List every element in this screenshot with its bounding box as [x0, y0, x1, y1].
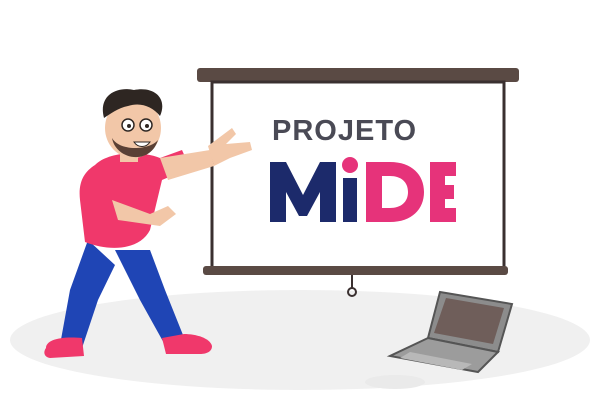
- projector-screen-icon: [197, 68, 519, 297]
- logo-title-projeto: PROJETO: [272, 115, 418, 147]
- presentation-illustration: [10, 68, 590, 390]
